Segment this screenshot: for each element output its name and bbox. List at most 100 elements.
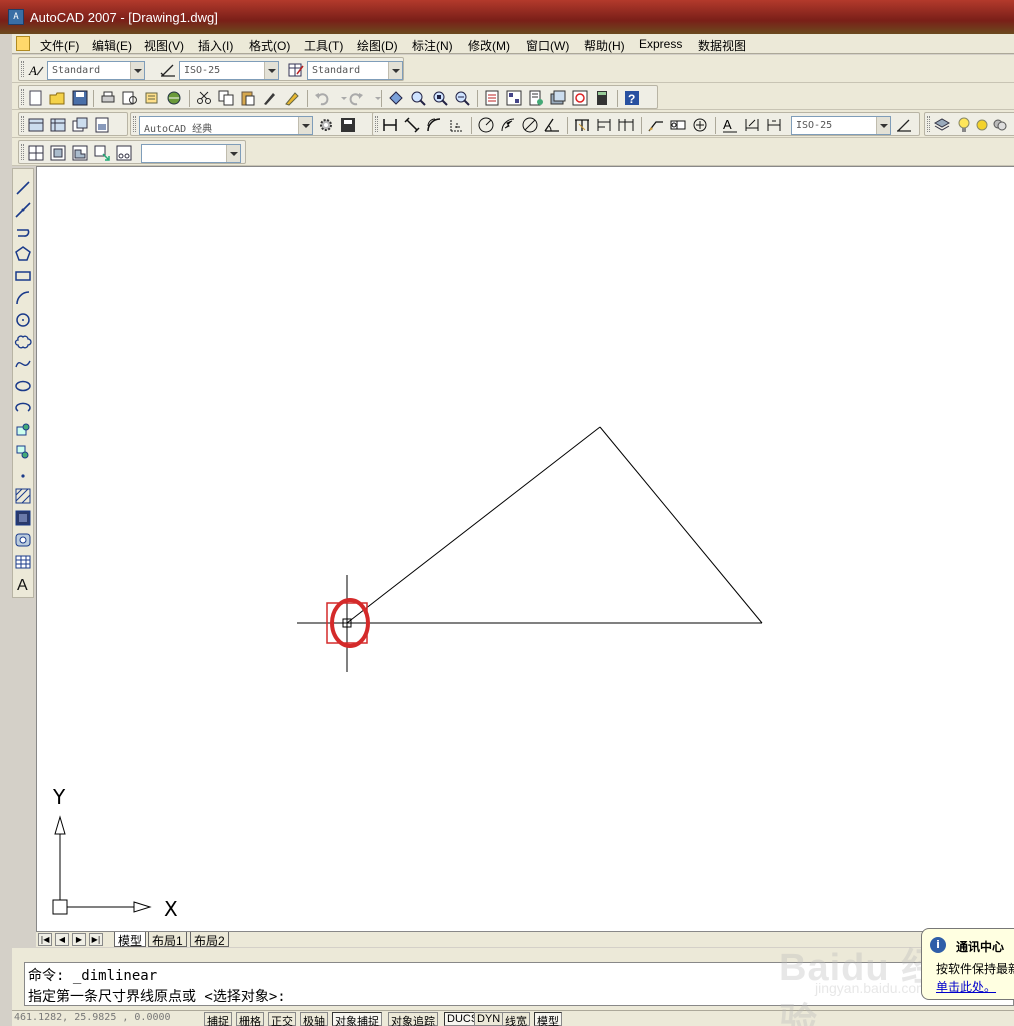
pan-realtime-icon[interactable] <box>387 89 405 107</box>
dimension-text-edit-icon[interactable] <box>743 116 761 134</box>
workspace-layout-icon[interactable] <box>49 116 67 134</box>
layer-manager-icon[interactable] <box>933 116 951 134</box>
layer-lock-icon[interactable] <box>991 116 1009 134</box>
toolbar-grip[interactable] <box>133 116 136 132</box>
tab-layout1[interactable]: 布局1 <box>148 932 187 948</box>
jogged-dimension-icon[interactable] <box>499 116 517 134</box>
menu-window[interactable]: 窗口(W) <box>524 37 571 54</box>
document-icon[interactable] <box>16 36 30 51</box>
text-style-icon[interactable]: A <box>27 61 45 79</box>
last-tab-icon[interactable]: ▶| <box>89 933 103 946</box>
viewport-dialog-icon[interactable] <box>27 144 45 162</box>
hatch-icon[interactable] <box>14 487 32 505</box>
calculator-icon[interactable] <box>593 89 611 107</box>
circle-icon[interactable] <box>14 311 32 329</box>
menu-modify[interactable]: 修改(M) <box>466 37 512 54</box>
insert-block-icon[interactable] <box>14 421 32 439</box>
chevron-down-icon[interactable] <box>264 62 278 79</box>
dimension-edit-icon[interactable]: A <box>721 116 739 134</box>
model-toggle[interactable]: 模型 <box>534 1012 562 1026</box>
ellipse-arc-icon[interactable] <box>14 399 32 417</box>
convert-to-viewport-icon[interactable] <box>93 144 111 162</box>
autocad-app-icon[interactable]: A <box>8 9 24 25</box>
chevron-down-icon[interactable] <box>876 117 890 134</box>
table-style-select[interactable]: Standard <box>307 61 403 80</box>
snap-toggle[interactable]: 捕捉 <box>204 1012 232 1026</box>
menu-file[interactable]: 文件(F) <box>38 37 81 54</box>
chevron-down-icon[interactable] <box>226 145 240 162</box>
polygon-icon[interactable] <box>14 245 32 263</box>
toolbar-grip[interactable] <box>21 61 24 77</box>
publish-icon[interactable] <box>143 89 161 107</box>
table-icon[interactable] <box>14 553 32 571</box>
spline-icon[interactable] <box>14 355 32 373</box>
prev-tab-icon[interactable]: ◀ <box>55 933 69 946</box>
layer-on-bulb-icon[interactable] <box>955 116 973 134</box>
line-icon[interactable] <box>14 179 32 197</box>
design-center-icon[interactable] <box>505 89 523 107</box>
zoom-window-icon[interactable] <box>431 89 449 107</box>
menu-dimension[interactable]: 标注(N) <box>410 37 455 54</box>
diameter-dimension-icon[interactable] <box>521 116 539 134</box>
redo-dropdown-icon[interactable] <box>369 89 381 107</box>
revision-cloud-icon[interactable] <box>14 333 32 351</box>
menu-tools[interactable]: 工具(T) <box>302 37 345 54</box>
undo-icon[interactable] <box>313 89 331 107</box>
center-mark-icon[interactable] <box>691 116 709 134</box>
ordinate-dimension-icon[interactable] <box>447 116 465 134</box>
workspace-settings-gear-icon[interactable] <box>317 116 335 134</box>
cut-icon[interactable] <box>195 89 213 107</box>
workspace-save-icon[interactable] <box>339 116 357 134</box>
dim-style-icon[interactable] <box>159 61 177 79</box>
dimension-style-select[interactable]: ISO-25 <box>791 116 891 135</box>
drawing-area[interactable]: Y X <box>36 166 1014 932</box>
toolbar-grip[interactable] <box>21 116 24 132</box>
lineweight-toggle[interactable]: 线宽 <box>502 1012 530 1026</box>
quick-leader-icon[interactable] <box>647 116 665 134</box>
copy-icon[interactable] <box>217 89 235 107</box>
tool-palettes-icon[interactable] <box>527 89 545 107</box>
communication-center-balloon[interactable]: i 通讯中心 按软件保持最新 单击此处。 <box>921 928 1014 1000</box>
sheet-set-icon[interactable] <box>549 89 567 107</box>
command-history[interactable]: 命令: _dimlinear 指定第一条尺寸界线原点或 <选择对象>: <box>24 962 1014 1006</box>
next-tab-icon[interactable]: ▶ <box>72 933 86 946</box>
toolbar-grip[interactable] <box>21 89 24 105</box>
angular-dimension-icon[interactable] <box>543 116 561 134</box>
polar-toggle[interactable]: 极轴 <box>300 1012 328 1026</box>
otrack-toggle[interactable]: 对象追踪 <box>388 1012 438 1026</box>
menu-draw[interactable]: 绘图(D) <box>355 37 400 54</box>
menu-view[interactable]: 视图(V) <box>142 37 186 54</box>
chevron-down-icon[interactable] <box>388 62 402 79</box>
tab-layout2[interactable]: 布局2 <box>190 932 229 948</box>
dim-style-manager-icon[interactable] <box>895 116 913 134</box>
dim-style-select[interactable]: ISO-25 <box>179 61 279 80</box>
zoom-realtime-icon[interactable] <box>409 89 427 107</box>
quick-dimension-icon[interactable] <box>573 116 591 134</box>
multiline-text-icon[interactable]: A <box>14 575 32 593</box>
first-tab-icon[interactable]: |◀ <box>38 933 52 946</box>
markup-set-icon[interactable] <box>571 89 589 107</box>
triangle-right-edge[interactable] <box>599 426 763 624</box>
polyline-icon[interactable] <box>14 223 32 241</box>
text-style-select[interactable]: Standard <box>47 61 145 80</box>
region-icon[interactable] <box>14 531 32 549</box>
zoom-previous-icon[interactable] <box>453 89 471 107</box>
table-style-icon[interactable] <box>287 61 305 79</box>
viewport-scale-select[interactable] <box>141 144 241 163</box>
grid-toggle[interactable]: 栅格 <box>236 1012 264 1026</box>
menu-insert[interactable]: 插入(I) <box>196 37 235 54</box>
single-viewport-icon[interactable] <box>49 144 67 162</box>
menu-edit[interactable]: 编辑(E) <box>90 37 134 54</box>
plot-icon[interactable] <box>99 89 117 107</box>
toolbar-grip[interactable] <box>927 116 930 132</box>
plot-preview-icon[interactable] <box>121 89 139 107</box>
toolbar-grip[interactable] <box>375 116 378 132</box>
ortho-toggle[interactable]: 正交 <box>268 1012 296 1026</box>
arc-length-icon[interactable] <box>425 116 443 134</box>
properties-icon[interactable] <box>483 89 501 107</box>
tolerance-icon[interactable] <box>669 116 687 134</box>
triangle-left-edge[interactable] <box>346 426 601 624</box>
dimension-update-icon[interactable] <box>765 116 783 134</box>
clip-viewport-icon[interactable] <box>115 144 133 162</box>
gradient-icon[interactable] <box>14 509 32 527</box>
